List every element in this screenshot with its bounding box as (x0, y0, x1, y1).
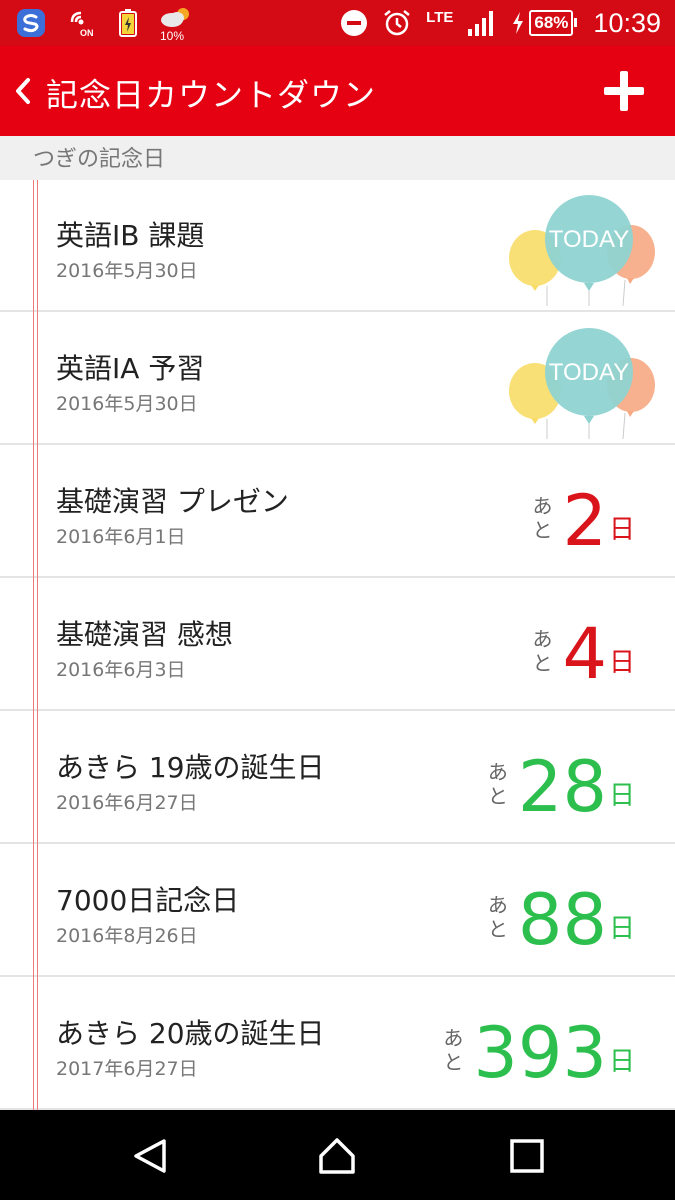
alarm-icon (382, 8, 412, 38)
section-header: つぎの記念日 (0, 136, 675, 180)
recents-icon (510, 1139, 544, 1173)
list-item[interactable]: 7000日記念日 2016年8月26日 あと 88 日 (0, 845, 675, 977)
nav-back-button[interactable] (130, 1136, 170, 1176)
event-date: 2017年6月27日 (56, 1058, 198, 1080)
days-remaining: 2 (562, 480, 607, 562)
event-title: 英語IB 課題 (56, 219, 205, 252)
list-item[interactable]: 基礎演習 感想 2016年6月3日 あと 4 日 (0, 579, 675, 711)
status-right-icons: LTE 68% 10:39 (340, 0, 661, 46)
countdown-prefix: あと (487, 760, 508, 808)
home-icon (319, 1138, 355, 1174)
clock: 10:39 (593, 7, 661, 38)
nav-home-button[interactable] (317, 1136, 357, 1176)
list-item[interactable]: 基礎演習 プレゼン 2016年6月1日 あと 2 日 (0, 446, 675, 578)
page-title: 記念日カウントダウン (46, 76, 377, 114)
battery-indicator: 68% (511, 10, 578, 36)
event-title: 基礎演習 プレゼン (56, 485, 289, 518)
list-item[interactable]: 英語IA 予習 2016年5月30日 TODAY (0, 313, 675, 445)
app-bar: 記念日カウントダウン (0, 46, 675, 136)
today-balloons-icon: TODAY (507, 194, 657, 307)
navigation-bar (0, 1110, 675, 1200)
event-title: 7000日記念日 (56, 884, 240, 917)
signal-icon (467, 9, 497, 37)
add-event-button[interactable] (601, 68, 647, 114)
event-date: 2016年8月26日 (56, 925, 198, 947)
days-remaining: 393 (473, 1012, 607, 1094)
countdown-prefix: あと (532, 494, 553, 542)
countdown: あと 28 日 (486, 742, 635, 822)
chevron-left-icon (16, 78, 30, 104)
days-remaining: 88 (517, 879, 607, 961)
back-button[interactable] (8, 70, 42, 112)
event-date: 2016年5月30日 (56, 393, 198, 415)
network-type: LTE (426, 8, 454, 26)
event-date: 2016年6月27日 (56, 792, 198, 814)
status-left-icons: ON 10% (16, 3, 194, 43)
days-remaining: 28 (517, 746, 607, 828)
event-date: 2016年5月30日 (56, 260, 198, 282)
event-title: 英語IA 予習 (56, 352, 205, 385)
battery-percent: 68% (529, 10, 578, 36)
list-item[interactable]: 英語IB 課題 2016年5月30日 TODAY (0, 180, 675, 312)
charging-icon (513, 12, 524, 34)
countdown: あと 393 日 (441, 1008, 635, 1088)
status-bar: ON 10% LTE 68% 10:39 (0, 0, 675, 46)
today-badge-text: TODAY (549, 226, 629, 253)
event-title: あきら 20歳の誕生日 (56, 1017, 325, 1050)
event-title: 基礎演習 感想 (56, 618, 233, 651)
today-badge-text: TODAY (549, 359, 629, 386)
weather-percent: 10% (160, 29, 185, 43)
event-title: あきら 19歳の誕生日 (56, 751, 325, 784)
margin-line (33, 180, 34, 1110)
countdown-prefix: あと (532, 627, 553, 675)
days-unit: 日 (608, 781, 635, 811)
list-item[interactable]: あきら 20歳の誕生日 2017年6月27日 あと 393 日 (0, 978, 675, 1110)
countdown: あと2日 (530, 476, 635, 556)
nfc-on-icon: ON (66, 8, 98, 38)
days-remaining: 4 (562, 613, 607, 695)
days-unit: 日 (608, 648, 635, 678)
countdown-prefix: あと (443, 1026, 464, 1074)
do-not-disturb-icon (340, 9, 368, 37)
plus-icon (604, 71, 644, 111)
nav-recents-button[interactable] (507, 1136, 547, 1176)
countdown: あと4日 (530, 609, 635, 689)
back-triangle-icon (134, 1139, 166, 1173)
countdown: あと 88 日 (486, 875, 635, 955)
weather-icon: 10% (158, 3, 194, 43)
days-unit: 日 (608, 515, 635, 545)
countdown-prefix: あと (487, 893, 508, 941)
list-item[interactable]: あきら 19歳の誕生日 2016年6月27日 あと 28 日 (0, 712, 675, 844)
days-unit: 日 (608, 914, 635, 944)
event-list[interactable]: 英語IB 課題 2016年5月30日 TODAY 英語IA 予習 2016年5月30日 T… (0, 180, 675, 1110)
svg-text:ON: ON (80, 28, 94, 38)
section-label: つぎの記念日 (33, 147, 166, 172)
s-app-icon (16, 8, 46, 38)
event-date: 2016年6月3日 (56, 659, 186, 681)
event-date: 2016年6月1日 (56, 526, 186, 548)
margin-line (37, 180, 38, 1110)
battery-saver-icon (118, 8, 138, 38)
today-balloons-icon: TODAY (507, 327, 657, 440)
days-unit: 日 (608, 1047, 635, 1077)
